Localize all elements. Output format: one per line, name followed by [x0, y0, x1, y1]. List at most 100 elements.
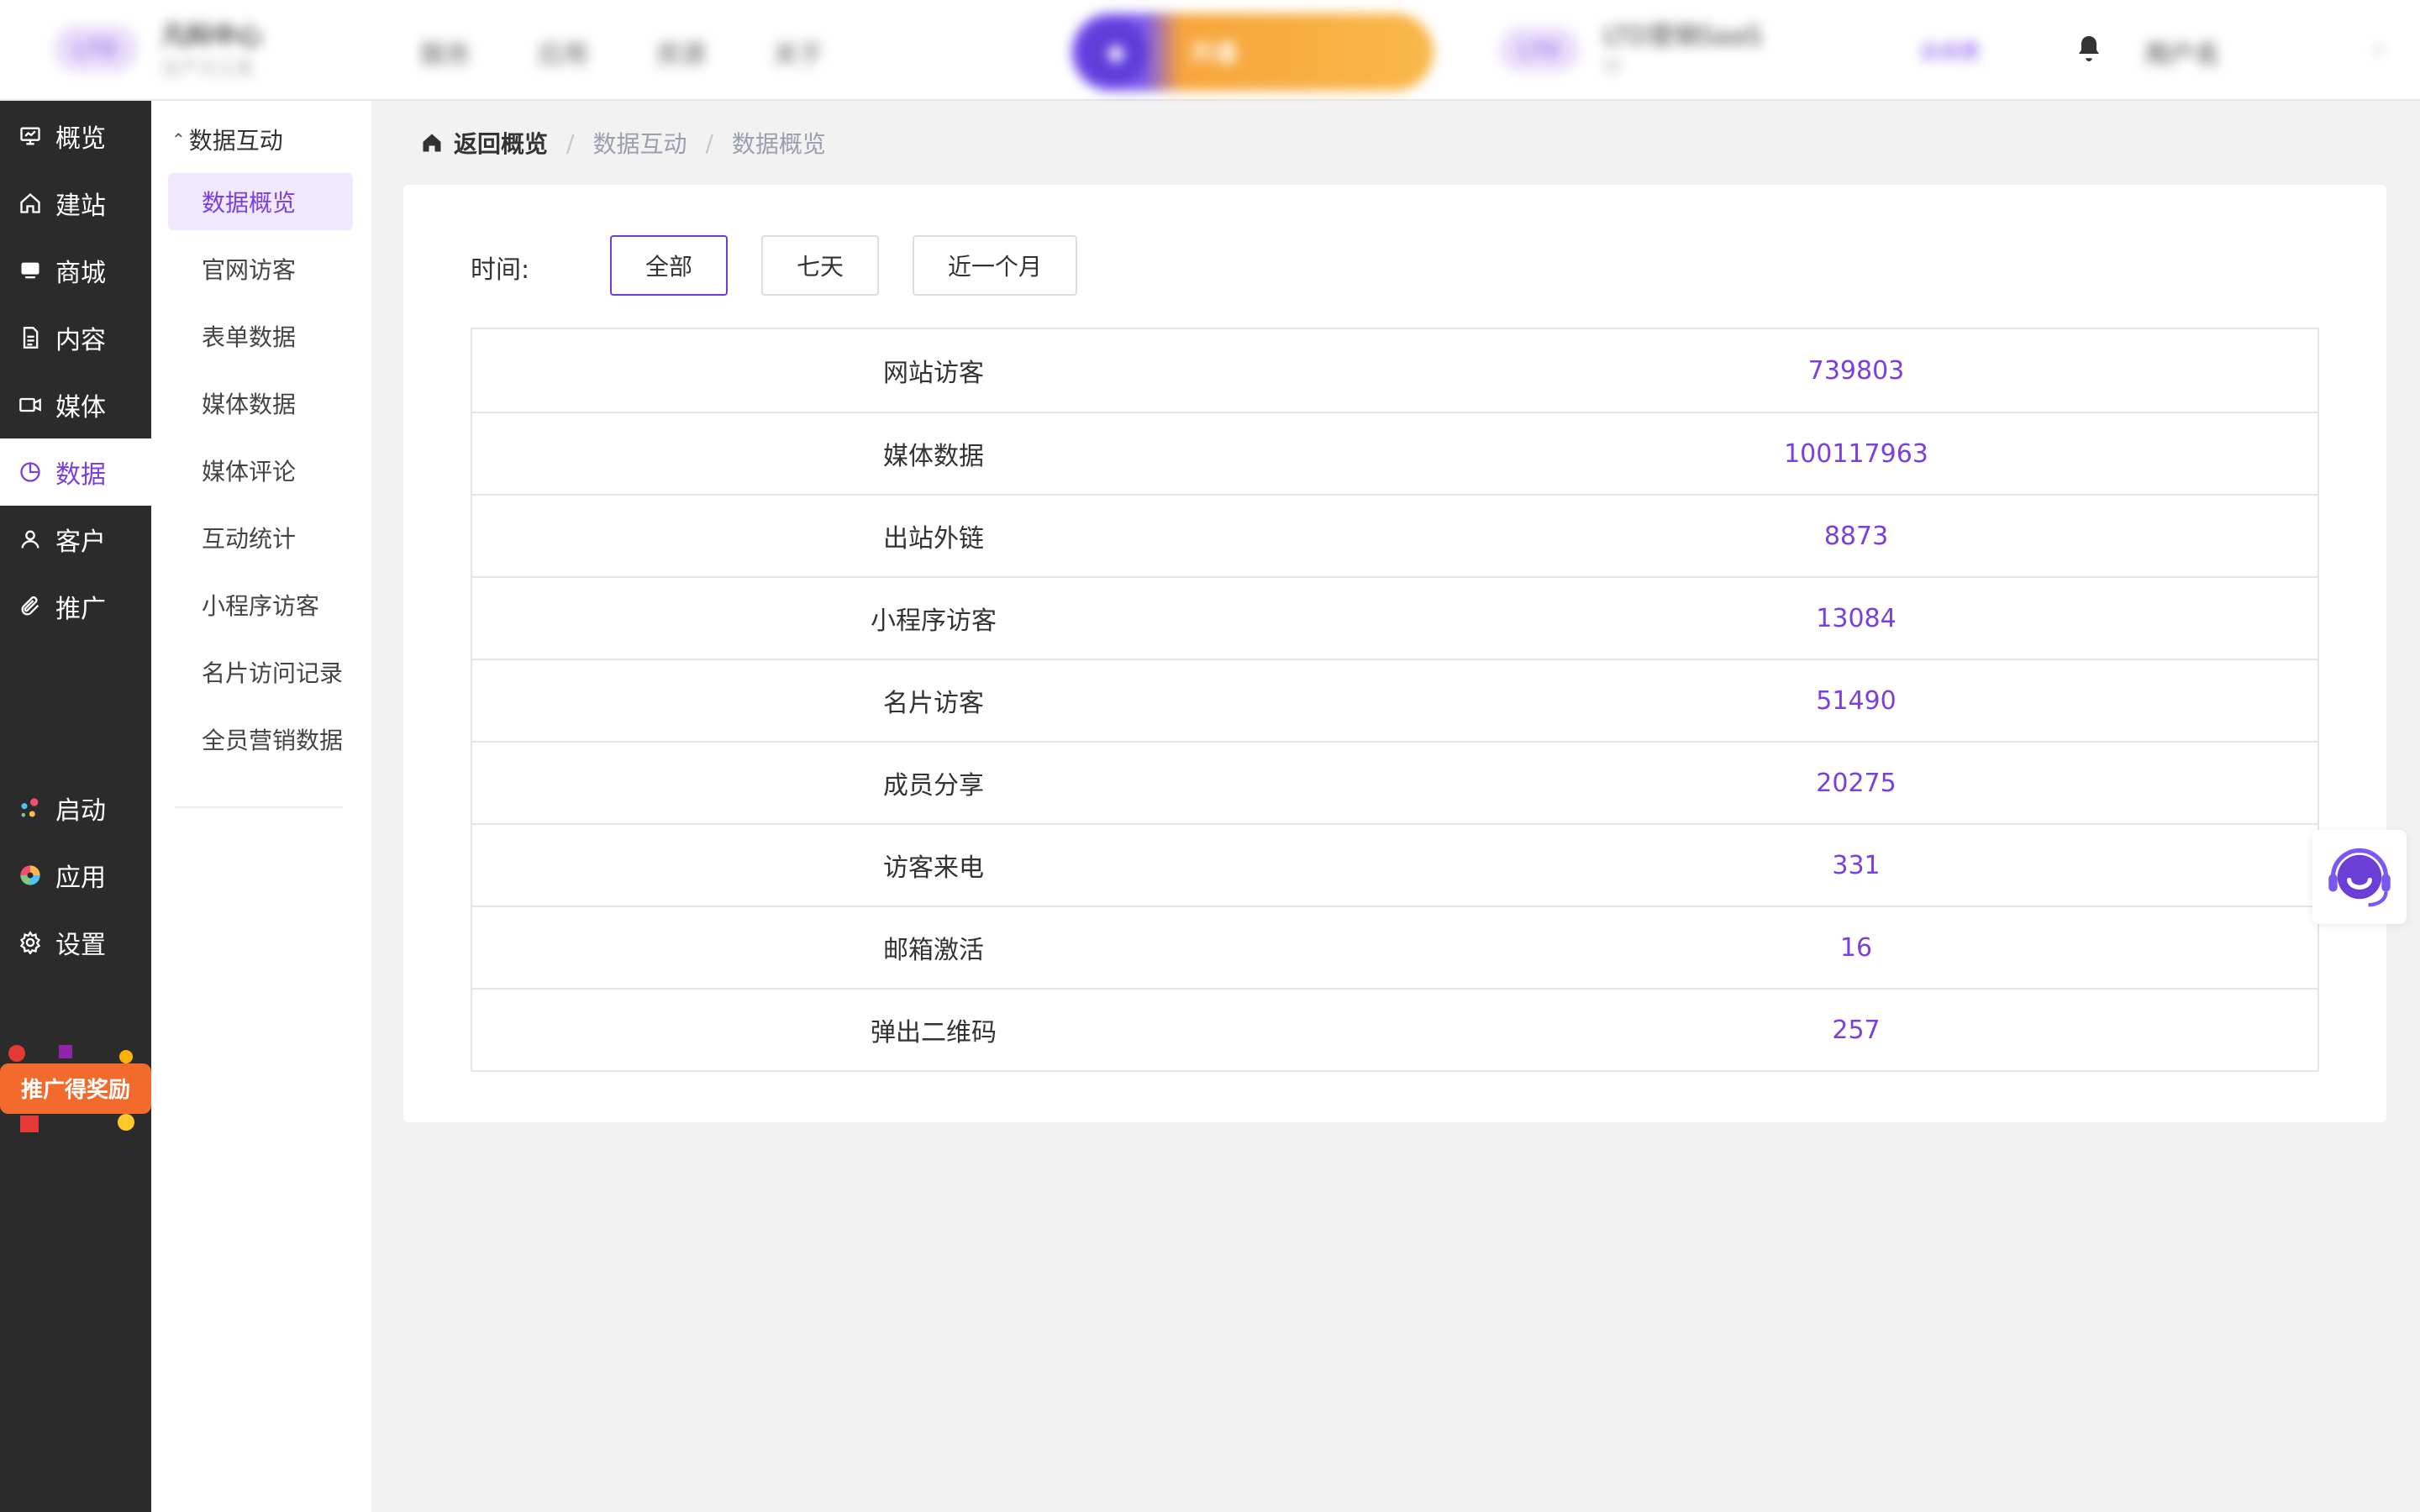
bell-icon[interactable]	[2074, 32, 2104, 66]
sidebar-item-overview[interactable]: 概览	[0, 102, 151, 170]
sidebar-item-label: 内容	[55, 326, 106, 355]
sidebar-item-shop[interactable]: 商城	[0, 237, 151, 304]
submenu-divider	[175, 806, 343, 808]
table-row: 弹出二维码 257	[472, 988, 2317, 1070]
sidebar-item-label: 客户	[55, 528, 106, 557]
user-name[interactable]: 用户名	[2144, 34, 2220, 71]
customer-service-button[interactable]	[2312, 830, 2407, 924]
sidebar-item-content[interactable]: 内容	[0, 304, 151, 371]
pie-chart-icon	[18, 460, 42, 484]
table-row: 访客来电 331	[472, 823, 2317, 906]
sidebar-item-apps[interactable]: 应用	[0, 842, 151, 909]
stat-name: 邮箱激活	[883, 936, 984, 965]
brand-title: 凡科中心	[161, 22, 262, 51]
table-row: 小程序访客 13084	[472, 576, 2317, 659]
apps-icon	[18, 864, 42, 887]
stat-value: 51490	[1816, 685, 1897, 716]
shop-icon	[18, 259, 42, 282]
table-row: 出站外链 8873	[472, 494, 2317, 576]
table-row: 名片访客 51490	[472, 659, 2317, 741]
brand-logo[interactable]: LTD	[54, 25, 138, 72]
brand-subtitle: 生产力工具	[161, 59, 255, 80]
home-icon	[18, 192, 42, 215]
chevron-up-icon: ⌃	[171, 129, 186, 150]
table-row: 媒体数据 100117963	[472, 412, 2317, 494]
promo-text: 开通	[1190, 39, 1238, 67]
stat-value: 20275	[1816, 768, 1897, 798]
submenu-item-all-staff-marketing[interactable]: 全员营销数据	[168, 711, 353, 768]
sidebar-item-site[interactable]: 建站	[0, 170, 151, 237]
user-icon	[18, 528, 42, 551]
submenu-group-label: 数据互动	[188, 127, 283, 155]
stat-value: 331	[1832, 850, 1881, 880]
headset-icon	[2328, 848, 2391, 907]
submenu-item-site-visitors[interactable]: 官网访客	[168, 240, 353, 297]
breadcrumb-separator: /	[705, 129, 713, 157]
sidebar-item-label: 概览	[55, 124, 106, 154]
main-sidebar: 概览 建站 商城 内容 媒体 数据 客户 推广 启动 应用 设置 推广得奖励	[0, 101, 151, 1512]
stat-name: 名片访客	[883, 689, 984, 718]
sidebar-item-label: 媒体	[55, 393, 106, 423]
stat-name: 访客来电	[883, 853, 984, 883]
sidebar-item-label: 数据	[55, 460, 106, 490]
stat-name: 弹出二维码	[871, 1018, 997, 1047]
stat-name: 出站外链	[883, 524, 984, 554]
data-overview-card: 时间: 全部 七天 近一个月 网站访客 739803 媒体数据 100117963 …	[403, 185, 2386, 1122]
submenu-item-form-data[interactable]: 表单数据	[168, 307, 353, 365]
breadcrumb: 返回概览 / 数据互动 / 数据概览	[420, 126, 826, 160]
filter-seven-days-button[interactable]: 七天	[761, 235, 879, 296]
filter-all-button[interactable]: 全部	[610, 235, 728, 296]
sub-sidebar: ⌃ 数据互动 数据概览 官网访客 表单数据 媒体数据 媒体评论 互动统计 小程序…	[151, 101, 371, 1512]
stat-value: 739803	[1807, 355, 1905, 386]
sidebar-item-customer[interactable]: 客户	[0, 506, 151, 573]
promo-banner[interactable]: ◆ 开通	[1072, 13, 1434, 91]
gear-icon	[18, 931, 42, 954]
top-nav: 服务 应用 资源 关于	[420, 34, 823, 71]
top-header: LTD 凡科中心 生产力工具 服务 应用 资源 关于 ◆ 开通 LTD LTD营…	[0, 0, 2420, 101]
overview-icon	[18, 124, 42, 148]
filter-last-month-button[interactable]: 近一个月	[913, 235, 1077, 296]
submenu-item-interaction-stats[interactable]: 互动统计	[168, 509, 353, 566]
account-name: LTD营销SaaS	[1603, 22, 1762, 51]
stat-value: 8873	[1823, 521, 1889, 551]
promote-reward-banner[interactable]: 推广得奖励	[0, 1038, 151, 1139]
sidebar-item-label: 商城	[55, 259, 106, 288]
reward-text: 推广得奖励	[21, 1077, 130, 1103]
sidebar-item-label: 设置	[55, 931, 106, 960]
breadcrumb-separator: /	[566, 129, 575, 157]
submenu-item-miniprogram-visitors[interactable]: 小程序访客	[168, 576, 353, 633]
stat-name: 小程序访客	[871, 606, 997, 636]
submenu-item-media-comments[interactable]: 媒体评论	[168, 442, 353, 499]
sidebar-item-promote[interactable]: 推广	[0, 573, 151, 640]
submenu-item-media-data[interactable]: 媒体数据	[168, 375, 353, 432]
top-nav-item[interactable]: 关于	[773, 34, 823, 71]
submenu-group-header[interactable]: ⌃ 数据互动	[171, 123, 283, 156]
account-id: id	[1603, 55, 1621, 76]
stat-value: 100117963	[1784, 438, 1928, 469]
stat-value: 16	[1839, 932, 1873, 963]
table-row: 网站访客 739803	[472, 329, 2317, 412]
sidebar-item-label: 应用	[55, 864, 106, 893]
home-icon[interactable]	[420, 131, 444, 155]
time-filter-label: 时间:	[471, 255, 530, 285]
submenu-item-data-overview[interactable]: 数据概览	[168, 173, 353, 230]
sidebar-item-media[interactable]: 媒体	[0, 371, 151, 438]
sidebar-item-settings[interactable]: 设置	[0, 909, 151, 976]
launch-dots-icon	[18, 796, 42, 820]
table-row: 邮箱激活 16	[472, 906, 2317, 988]
promo-icon: ◆	[1084, 20, 1148, 84]
sidebar-item-data[interactable]: 数据	[0, 438, 151, 506]
top-nav-item[interactable]: 应用	[538, 34, 588, 71]
account-renew-link[interactable]: 去续费	[1919, 35, 1980, 65]
top-nav-item[interactable]: 服务	[420, 34, 471, 71]
breadcrumb-data-interaction[interactable]: 数据互动	[592, 126, 687, 160]
table-row: 成员分享 20275	[472, 741, 2317, 823]
stat-name: 成员分享	[883, 771, 984, 801]
breadcrumb-data-overview: 数据概览	[731, 130, 826, 158]
chevron-down-icon[interactable]: ⌄	[2370, 34, 2388, 59]
sidebar-item-launch[interactable]: 启动	[0, 774, 151, 842]
breadcrumb-back-overview[interactable]: 返回概览	[454, 126, 548, 160]
top-nav-item[interactable]: 资源	[655, 34, 706, 71]
sidebar-item-label: 推广	[55, 595, 106, 624]
submenu-item-card-visit-log[interactable]: 名片访问记录	[168, 643, 353, 701]
